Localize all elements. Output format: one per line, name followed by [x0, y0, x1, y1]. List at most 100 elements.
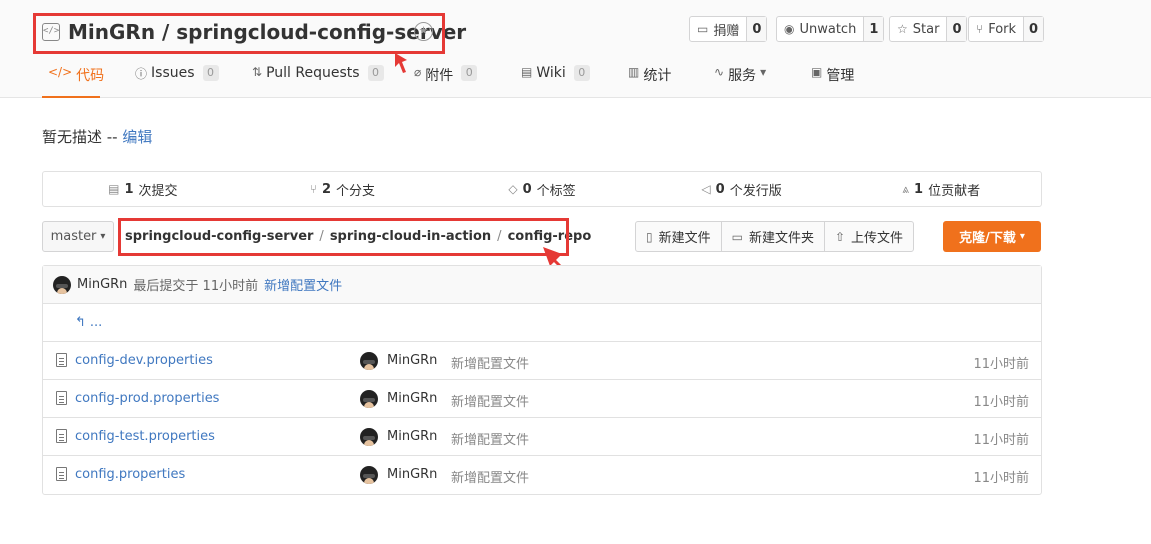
star-button[interactable]: ☆ Star 0 [889, 16, 968, 42]
file-name-link[interactable]: config-prod.properties [75, 391, 219, 406]
new-file-icon: ▯ [646, 229, 653, 244]
caret-down-icon: ▾ [100, 231, 106, 242]
repo-header: </> MinGRn / springcloud-config-server ★… [0, 0, 1151, 98]
file-commit-time: 11小时前 [973, 471, 1029, 486]
tab-pull-requests[interactable]: ⇅ Pull Requests 0 [252, 65, 384, 98]
repo-nav: </> 代码 ⓘ Issues 0 ⇅ Pull Requests 0 ⌀ 附件 0 ▤ Wik… [0, 60, 1151, 98]
donate-label: 捐赠 [713, 23, 740, 39]
avatar[interactable] [360, 390, 378, 408]
parent-dir-row[interactable]: ↰... [43, 304, 1041, 342]
tab-issues-label: Issues [151, 65, 195, 81]
release-count: 0 [715, 181, 725, 197]
file-commit-user[interactable]: MinGRn [387, 467, 437, 482]
file-commit-message[interactable]: 新增配置文件 [451, 353, 529, 372]
file-commit-user[interactable]: MinGRn [387, 429, 437, 444]
tab-stats-label: 统计 [643, 68, 672, 84]
release-label: 个发行版 [729, 183, 782, 199]
tag-count: 0 [522, 181, 532, 197]
contributor-icon: ⩓ [902, 181, 910, 196]
annotation-box-title [33, 13, 445, 54]
annotation-arrow-title [395, 53, 407, 73]
tab-stats[interactable]: ▥ 统计 [628, 65, 671, 98]
wiki-icon: ▤ [521, 65, 533, 79]
fork-count[interactable]: 0 [1024, 17, 1044, 41]
file-commit-message[interactable]: 新增配置文件 [451, 391, 529, 410]
branch-count: 2 [321, 181, 331, 197]
clone-label: 克隆/下载 [959, 231, 1016, 246]
stat-branches[interactable]: ⑂ 2 个分支 [243, 172, 443, 206]
file-name-link[interactable]: config-dev.properties [75, 353, 213, 368]
wiki-count: 0 [573, 65, 590, 81]
upload-file-label: 上传文件 [851, 231, 904, 246]
stat-releases[interactable]: ◁ 0 个发行版 [642, 172, 842, 206]
unwatch-button[interactable]: ◉ Unwatch 1 [776, 16, 885, 42]
repo-stats-bar: ▤ 1 次提交 ⑂ 2 个分支 ◇ 0 个标签 ◁ 0 个发行版 ⩓ 1 位贡献者 [42, 171, 1042, 207]
file-commit-time: 11小时前 [973, 395, 1029, 410]
tab-manage[interactable]: ▣ 管理 [811, 65, 854, 98]
file-commit-message[interactable]: 新增配置文件 [451, 429, 529, 448]
branch-icon: ⑂ [309, 182, 317, 196]
issues-icon: ⓘ [135, 67, 148, 81]
new-folder-icon: ▭ [731, 229, 743, 244]
donate-count[interactable]: 0 [747, 17, 767, 41]
avatar[interactable] [360, 352, 378, 370]
unwatch-label: Unwatch [799, 21, 857, 37]
stats-icon: ▥ [628, 65, 640, 79]
file-commit-message[interactable]: 新增配置文件 [451, 467, 529, 486]
stat-contributors[interactable]: ⩓ 1 位贡献者 [841, 172, 1041, 206]
branch-label: 个分支 [336, 183, 376, 199]
tab-code-label: 代码 [76, 68, 105, 84]
new-folder-label: 新建文件夹 [748, 231, 814, 246]
last-commit-message[interactable]: 新增配置文件 [264, 275, 342, 294]
tag-label: 个标签 [536, 183, 576, 199]
edit-description-link[interactable]: 编辑 [122, 128, 152, 146]
caret-down-icon: ▾ [1019, 231, 1025, 242]
upload-file-button[interactable]: ⇧ 上传文件 [825, 222, 913, 251]
file-commit-user[interactable]: MinGRn [387, 353, 437, 368]
table-row: config.properties MinGRn 新增配置文件 11小时前 [43, 456, 1041, 494]
avatar[interactable] [360, 466, 378, 484]
file-name-link[interactable]: config-test.properties [75, 429, 215, 444]
description-text: 暂无描述 -- [42, 128, 123, 146]
avatar[interactable] [53, 275, 71, 294]
contributor-label: 位贡献者 [928, 183, 981, 199]
commit-label: 次提交 [138, 183, 178, 199]
tag-icon: ◇ [508, 182, 518, 196]
file-name-link[interactable]: config.properties [75, 467, 185, 482]
table-row: config-test.properties MinGRn 新增配置文件 11小… [43, 418, 1041, 456]
issues-count: 0 [202, 65, 219, 81]
last-commit-user[interactable]: MinGRn [77, 277, 127, 292]
stat-commits[interactable]: ▤ 1 次提交 [43, 172, 243, 206]
star-count[interactable]: 0 [947, 17, 967, 41]
star-icon: ☆ [897, 22, 908, 36]
fork-button[interactable]: ⑂ Fork 0 [968, 16, 1045, 42]
tab-attachments[interactable]: ⌀ 附件 0 [414, 65, 478, 98]
file-actions: ▯ 新建文件 ▭ 新建文件夹 ⇧ 上传文件 [635, 221, 915, 252]
star-label: Star [912, 21, 940, 37]
parent-dir-label: ... [89, 315, 103, 330]
repo-description: 暂无描述 -- 编辑 [42, 126, 152, 147]
table-row: config-dev.properties MinGRn 新增配置文件 11小时… [43, 342, 1041, 380]
commit-count: 1 [124, 181, 134, 197]
last-commit-meta: 最后提交于 11小时前 [133, 279, 259, 294]
commit-icon: ▤ [108, 182, 120, 196]
watch-count[interactable]: 1 [864, 17, 884, 41]
donate-icon: ▭ [697, 22, 709, 36]
tab-code[interactable]: </> 代码 [42, 65, 104, 98]
eye-icon: ◉ [784, 22, 795, 36]
branch-selector[interactable]: master ▾ [42, 221, 114, 252]
clone-download-button[interactable]: 克隆/下载 ▾ [943, 221, 1041, 252]
tab-wiki[interactable]: ▤ Wiki 0 [521, 65, 590, 98]
new-file-button[interactable]: ▯ 新建文件 [636, 222, 722, 251]
stat-tags[interactable]: ◇ 0 个标签 [442, 172, 642, 206]
tab-service[interactable]: ∿ 服务 ▾ [714, 65, 766, 98]
attachments-count: 0 [461, 65, 478, 81]
avatar[interactable] [360, 428, 378, 446]
caret-down-icon: ▾ [760, 65, 767, 79]
tab-issues[interactable]: ⓘ Issues 0 [135, 65, 219, 98]
pull-request-icon: ⇅ [252, 65, 263, 79]
new-folder-button[interactable]: ▭ 新建文件夹 [722, 222, 825, 251]
tab-manage-label: 管理 [826, 68, 855, 84]
file-commit-user[interactable]: MinGRn [387, 391, 437, 406]
donate-button[interactable]: ▭ 捐赠 0 [689, 16, 768, 42]
